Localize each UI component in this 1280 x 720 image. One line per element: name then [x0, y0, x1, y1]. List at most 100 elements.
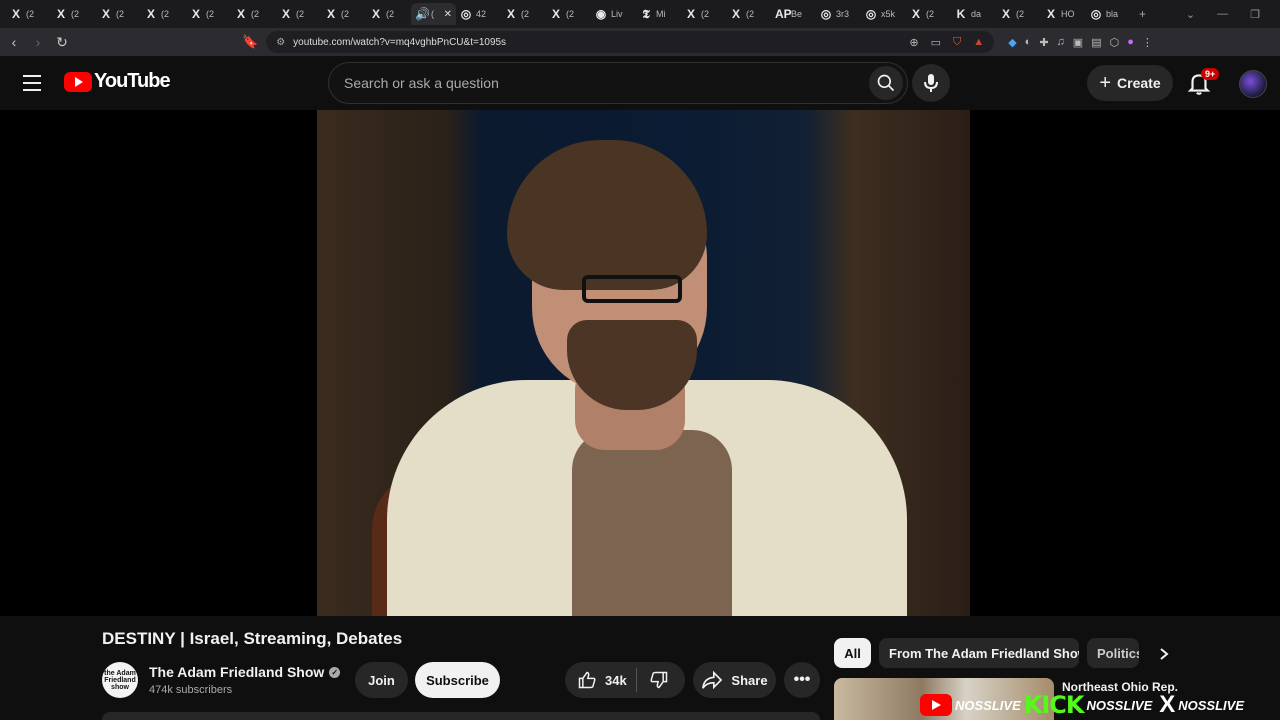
- browser-tab[interactable]: ◎ 3r3: [816, 3, 861, 25]
- tab-favicon-icon: X: [1001, 7, 1010, 21]
- forward-button[interactable]: ›: [28, 34, 48, 50]
- browser-tab[interactable]: X (2: [51, 3, 96, 25]
- microphone-icon: [924, 74, 938, 92]
- video-player[interactable]: [0, 110, 1280, 616]
- browser-tab[interactable]: Kda: [951, 3, 996, 25]
- sidebar-icon[interactable]: ▣: [1073, 36, 1083, 49]
- zoom-icon[interactable]: ⊕: [909, 36, 918, 49]
- tab-favicon-icon: AP: [775, 7, 792, 21]
- url-text[interactable]: youtube.com/watch?v=mq4vghbPnCU&t=1095s: [293, 37, 506, 48]
- cast-icon[interactable]: ▭: [931, 36, 941, 49]
- minimize-button[interactable]: —: [1217, 8, 1228, 20]
- subscribe-button[interactable]: Subscribe: [415, 662, 500, 698]
- channel-name[interactable]: The Adam Friedland Show ✓: [149, 664, 341, 680]
- browser-tab[interactable]: X (2: [321, 3, 366, 25]
- chip-all[interactable]: All: [834, 638, 871, 668]
- tab-favicon-icon: X: [551, 7, 560, 21]
- avatar[interactable]: [1239, 70, 1267, 98]
- browser-tab[interactable]: X (2: [681, 3, 726, 25]
- chip-politics[interactable]: Politics: [1087, 638, 1139, 668]
- browser-tab[interactable]: X HO: [1041, 3, 1086, 25]
- tab-favicon-icon: X: [686, 7, 695, 21]
- address-bar[interactable]: ⚙ youtube.com/watch?v=mq4vghbPnCU&t=1095…: [266, 31, 995, 53]
- browser-tabstrip: X (2 X (2 X (2 X (2 X (2 X (2 X (2 X (2 X (2 🔊(✕ ◎ 42 X (2 X (2 ◉…: [0, 0, 1280, 28]
- like-count: 34k: [605, 672, 627, 688]
- share-button[interactable]: Share: [693, 662, 776, 698]
- stream-overlay: NOSSLIVE KICK NOSSLIVE X NOSSLIVE: [920, 690, 1280, 720]
- tab-label: Mi: [656, 9, 666, 19]
- leo-icon[interactable]: ●: [1127, 36, 1134, 49]
- browser-tab[interactable]: X (2: [906, 3, 951, 25]
- chips-next-button[interactable]: [1150, 640, 1178, 668]
- browser-tab[interactable]: 𝕿 Mi: [636, 3, 681, 25]
- tab-label: HO: [1061, 9, 1075, 19]
- browser-tab[interactable]: X (2: [141, 3, 186, 25]
- tab-label: (2: [521, 9, 530, 19]
- tab-favicon-icon: ◎: [820, 7, 832, 21]
- site-info-icon[interactable]: ⚙: [276, 37, 285, 48]
- tab-label: (2: [746, 9, 755, 19]
- channel-name-text[interactable]: The Adam Friedland Show: [149, 664, 324, 680]
- wallet-icon[interactable]: ▤: [1091, 36, 1101, 49]
- youtube-logo[interactable]: YouTube: [64, 70, 171, 93]
- tab-favicon-icon: X: [11, 7, 20, 21]
- channel-avatar[interactable]: the Adam Friedland show: [102, 662, 138, 698]
- tab-favicon-icon: X: [56, 7, 65, 21]
- tab-label: (2: [71, 9, 80, 19]
- chip-from-channel[interactable]: From The Adam Friedland Show: [879, 638, 1079, 668]
- create-label: Create: [1117, 75, 1161, 91]
- browser-tab[interactable]: X (2: [276, 3, 321, 25]
- create-button[interactable]: + Create: [1087, 65, 1173, 101]
- hamburger-menu-icon[interactable]: [20, 72, 44, 94]
- youtube-logo-icon: [920, 694, 952, 716]
- browser-tab[interactable]: AP Be: [771, 3, 816, 25]
- voice-search-button[interactable]: [912, 64, 950, 102]
- browser-tab[interactable]: X (2: [186, 3, 231, 25]
- search-button[interactable]: [869, 66, 903, 100]
- tab-favicon-icon: X: [326, 7, 335, 21]
- restore-button[interactable]: ❐: [1250, 8, 1260, 21]
- vpn-icon[interactable]: ⬡: [1110, 36, 1120, 49]
- extension-diamond-icon[interactable]: ◆: [1008, 36, 1016, 49]
- join-button[interactable]: Join: [355, 662, 408, 698]
- tab-search-icon[interactable]: ⌄: [1186, 8, 1195, 21]
- extension-eye-icon[interactable]: ◐: [1025, 36, 1032, 49]
- thumbs-down-icon: [650, 671, 668, 689]
- browser-tab[interactable]: ◉ Liv: [591, 3, 636, 25]
- plus-icon: +: [1099, 71, 1112, 94]
- tab-label: 42: [476, 9, 487, 19]
- tab-favicon-icon: ◎: [865, 7, 877, 21]
- browser-tab[interactable]: ◎ 42: [456, 3, 501, 25]
- tab-label: bla: [1106, 9, 1119, 19]
- browser-tab[interactable]: X (2: [366, 3, 411, 25]
- browser-tab[interactable]: X (2: [726, 3, 771, 25]
- search-input[interactable]: Search or ask a question: [328, 62, 908, 104]
- menu-icon[interactable]: ⋮: [1142, 36, 1153, 49]
- tab-label: (2: [926, 9, 935, 19]
- browser-tab[interactable]: X (2: [96, 3, 141, 25]
- brave-shield-icon[interactable]: ⛉: [953, 36, 961, 49]
- tab-label: (2: [701, 9, 710, 19]
- tab-favicon-icon: X: [731, 7, 740, 21]
- bookmark-icon[interactable]: 🔖: [242, 34, 258, 50]
- dislike-button[interactable]: [637, 670, 669, 690]
- like-button[interactable]: 34k: [565, 668, 637, 692]
- music-icon[interactable]: ♫: [1057, 36, 1065, 49]
- description-box[interactable]: [102, 712, 820, 720]
- new-tab-button[interactable]: +: [1139, 7, 1146, 21]
- back-button[interactable]: ‹: [4, 34, 24, 50]
- reload-button[interactable]: ↻: [52, 34, 72, 51]
- browser-tab[interactable]: X (2: [546, 3, 591, 25]
- browser-tab[interactable]: X (2: [996, 3, 1041, 25]
- more-actions-button[interactable]: •••: [784, 662, 820, 698]
- browser-tab[interactable]: ◎ bla: [1086, 3, 1131, 25]
- tab-favicon-icon: X: [1046, 7, 1055, 21]
- brave-rewards-icon[interactable]: ▲: [973, 36, 984, 49]
- browser-tab[interactable]: X (2: [501, 3, 546, 25]
- browser-tab[interactable]: ◎ x5k: [861, 3, 906, 25]
- tab-close-icon[interactable]: ✕: [444, 9, 452, 20]
- browser-tab[interactable]: 🔊(✕: [411, 3, 456, 25]
- browser-tab[interactable]: X (2: [231, 3, 276, 25]
- extensions-puzzle-icon[interactable]: ✚: [1039, 36, 1048, 49]
- browser-tab[interactable]: X (2: [6, 3, 51, 25]
